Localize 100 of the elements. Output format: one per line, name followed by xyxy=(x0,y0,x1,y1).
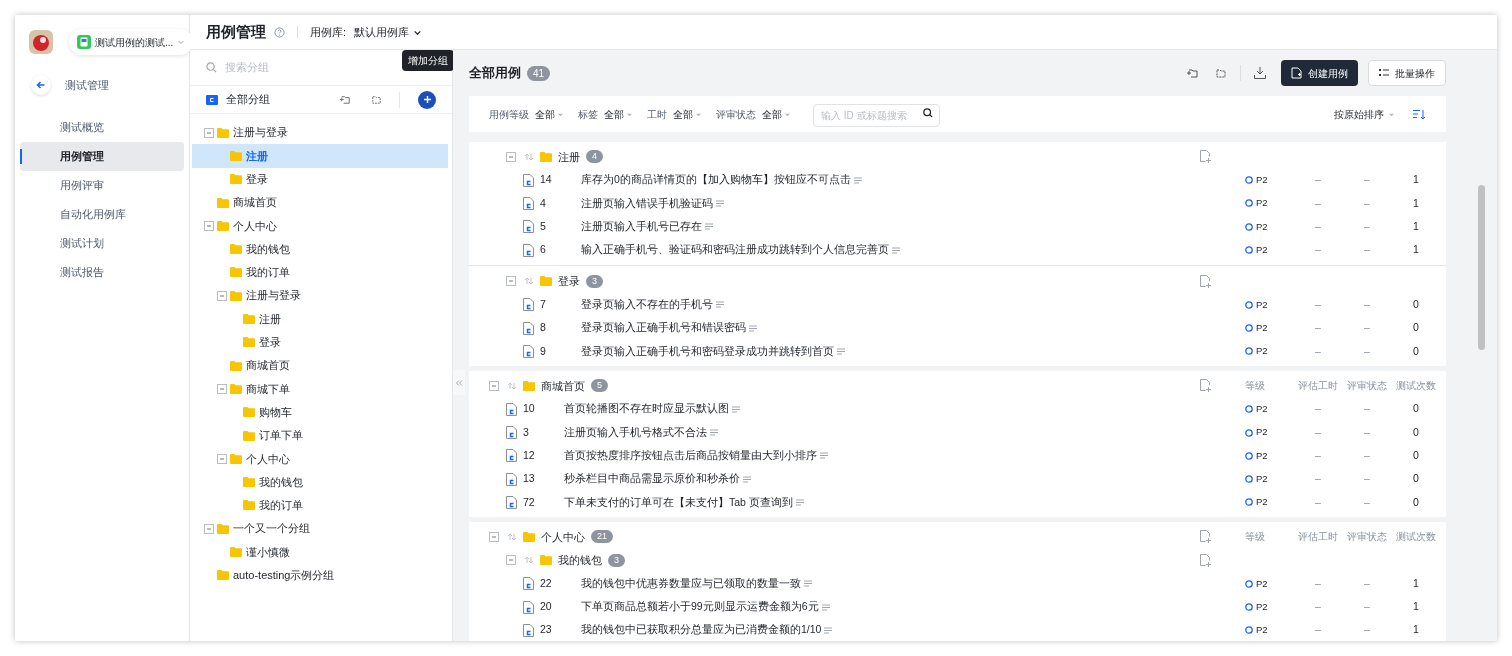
create-case-button[interactable]: 创建用例 xyxy=(1281,60,1358,86)
help-icon[interactable] xyxy=(274,26,285,38)
case-title[interactable]: 登录页输入正确手机号和错误密码 xyxy=(581,320,746,336)
tree-item[interactable]: 我的钱包 xyxy=(246,240,290,258)
tree-item[interactable]: 注册与登录 xyxy=(233,124,288,141)
sort-order-icon[interactable] xyxy=(1413,108,1426,120)
case-title[interactable]: 登录页输入正确手机号和密码登录成功并跳转到首页 xyxy=(581,343,834,360)
tree-item[interactable]: 谨小慎微 xyxy=(246,543,290,561)
test-case-icon xyxy=(523,196,534,210)
batch-button[interactable]: 批量操作 xyxy=(1368,60,1446,86)
tree-item[interactable]: 订单下单 xyxy=(259,427,303,444)
case-title[interactable]: 我的钱包中优惠券数量应与已领取的数量一致 xyxy=(581,575,801,592)
drag-icon[interactable] xyxy=(524,555,534,566)
app-logo-icon[interactable] xyxy=(29,30,53,54)
case-title[interactable]: 下单页商品总额若小于99元则显示运费金额为6元 xyxy=(581,599,819,615)
tree-item[interactable]: 我的订单 xyxy=(246,264,290,281)
filter-dropdown[interactable]: 全部 xyxy=(762,106,791,122)
collapse-toggle[interactable] xyxy=(489,531,499,542)
table-cell-text: – xyxy=(1363,320,1371,336)
back-link[interactable]: 测试管理 xyxy=(15,67,189,103)
case-title[interactable]: 首页按热度排序按钮点击后商品按销量由大到小排序 xyxy=(564,447,817,464)
expand-all-icon[interactable] xyxy=(1214,66,1228,80)
folder-icon xyxy=(540,276,552,287)
expand-all-icon[interactable] xyxy=(370,93,383,106)
tree-item[interactable]: 个人中心 xyxy=(233,217,277,235)
tree-item[interactable]: 商城下单 xyxy=(246,380,290,398)
case-title[interactable]: 下单未支付的订单可在【未支付】Tab 页查询到 xyxy=(564,494,793,511)
nav-item[interactable]: 用例管理 xyxy=(20,142,184,171)
drag-icon[interactable] xyxy=(524,151,534,162)
case-title[interactable]: 注册页输入手机号格式不合法 xyxy=(564,424,707,441)
minus-icon xyxy=(508,278,514,285)
nav-item[interactable]: 测试概览 xyxy=(20,113,184,142)
collapse-toggle[interactable] xyxy=(489,380,499,391)
tree-item[interactable]: 商城首页 xyxy=(246,357,290,374)
case-search-field[interactable]: 输入 ID 或标题搜索 xyxy=(813,103,940,127)
case-title[interactable]: 输入正确手机号、验证码和密码注册成功跳转到个人信息完善页 xyxy=(581,242,889,258)
add-case-icon[interactable] xyxy=(1200,150,1212,164)
collapse-all-icon[interactable] xyxy=(339,93,352,106)
collapse-toggle[interactable] xyxy=(506,555,516,566)
tree-item[interactable]: 登录 xyxy=(246,171,268,188)
table-cell-text: – xyxy=(1314,494,1322,510)
collapse-panel-handle[interactable] xyxy=(453,370,465,395)
case-title[interactable]: 库存为0的商品详情页的【加入购物车】按钮应不可点击 xyxy=(581,172,851,188)
case-title[interactable]: 登录页输入不存在的手机号 xyxy=(581,296,713,313)
collapse-toggle[interactable] xyxy=(217,453,227,464)
sort-selector[interactable]: 按原始排序 xyxy=(1334,106,1395,122)
priority-icon xyxy=(1245,498,1253,507)
case-title[interactable]: 首页轮播图不存在时应显示默认图 xyxy=(564,401,729,418)
tree-item[interactable]: 个人中心 xyxy=(246,450,290,468)
table-cell-text: – xyxy=(1363,575,1371,591)
tree-item[interactable]: 注册 xyxy=(259,310,281,328)
tree-item[interactable]: 登录 xyxy=(259,334,281,351)
case-title[interactable]: 注册页输入手机号已存在 xyxy=(581,218,702,235)
drag-icon[interactable] xyxy=(507,380,517,391)
filter-dropdown[interactable]: 全部 xyxy=(535,106,564,122)
case-title[interactable]: 注册页输入错误手机验证码 xyxy=(581,195,713,212)
tree-item[interactable]: 购物车 xyxy=(259,403,292,421)
all-groups-label[interactable]: 全部分组 xyxy=(226,91,331,108)
drag-icon[interactable] xyxy=(524,276,534,287)
filter-dropdown[interactable]: 全部 xyxy=(673,106,702,122)
tree-item[interactable]: 我的钱包 xyxy=(259,473,303,491)
tree-item[interactable]: 我的订单 xyxy=(259,497,303,514)
collapse-toggle[interactable] xyxy=(506,276,516,287)
tree-item[interactable]: 商城首页 xyxy=(233,194,277,211)
collapse-toggle[interactable] xyxy=(204,523,214,534)
case-title[interactable]: 我的钱包中已获取积分总量应为已消费金额的1/10 xyxy=(581,622,822,639)
tree-item[interactable]: auto-testing示例分组 xyxy=(233,567,335,584)
collapse-toggle[interactable] xyxy=(204,127,214,138)
nav-item[interactable]: 用例评审 xyxy=(20,171,184,200)
add-case-icon[interactable] xyxy=(1200,274,1212,288)
tree-item[interactable]: 注册 xyxy=(192,144,448,168)
library-selector[interactable]: 默认用例库 xyxy=(354,23,423,41)
priority-label: P2 xyxy=(1256,448,1268,463)
caret-icon xyxy=(177,38,186,46)
collapse-toggle[interactable] xyxy=(506,151,516,162)
filter-dropdown[interactable]: 全部 xyxy=(604,106,633,122)
collapse-toggle[interactable] xyxy=(204,220,214,231)
case-title[interactable]: 秒杀栏目中商品需显示原价和秒杀价 xyxy=(564,471,740,487)
add-group-button[interactable] xyxy=(418,90,436,109)
minus-icon xyxy=(206,129,212,136)
import-icon[interactable] xyxy=(1253,66,1267,80)
drag-icon[interactable] xyxy=(507,531,517,542)
add-case-icon[interactable] xyxy=(1200,379,1212,393)
list-icon xyxy=(1379,68,1389,78)
nav-item[interactable]: 自动化用例库 xyxy=(20,200,184,229)
test-case-icon xyxy=(523,321,534,335)
collapse-all-icon[interactable] xyxy=(1186,66,1200,80)
tree-item[interactable]: 注册与登录 xyxy=(246,287,301,304)
add-case-icon[interactable] xyxy=(1200,530,1212,544)
case-id: 5 xyxy=(540,218,547,234)
collapse-toggle[interactable] xyxy=(217,290,227,301)
add-case-icon[interactable] xyxy=(1200,553,1212,567)
nav-item[interactable]: 测试报告 xyxy=(20,258,184,287)
tree-item[interactable]: 一个又一个分组 xyxy=(233,520,310,537)
group-search-field[interactable]: 搜索分组 xyxy=(225,59,375,76)
collapse-toggle[interactable] xyxy=(217,383,227,394)
table-cell-text: 0 xyxy=(1412,296,1420,312)
library-label: 用例库: xyxy=(310,24,347,40)
nav-item[interactable]: 测试计划 xyxy=(20,229,184,258)
table-cell-text: – xyxy=(1363,447,1371,463)
